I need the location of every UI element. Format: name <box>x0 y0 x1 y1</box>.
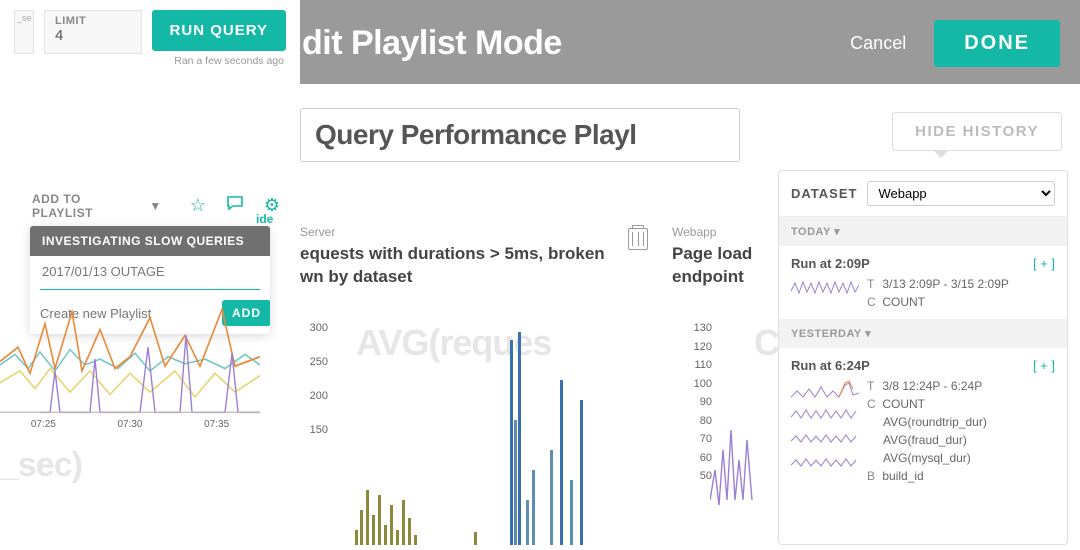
done-button[interactable]: DONE <box>934 20 1060 67</box>
watermark-sec: _sec) <box>0 446 82 485</box>
expand-icon[interactable]: [ + ] <box>1033 358 1055 373</box>
history-today-header[interactable]: TODAY ▾ <box>779 217 1067 246</box>
dataset-select[interactable]: Webapp <box>867 181 1055 206</box>
cancel-button[interactable]: Cancel <box>850 33 906 54</box>
ide-label-peek: ide <box>256 212 273 226</box>
sparkline <box>791 277 859 299</box>
dataset-label: DATASET <box>791 186 857 201</box>
playlist-item-outage[interactable]: 2017/01/13 OUTAGE <box>30 256 270 287</box>
run-at-label: Run at 2:09P <box>791 256 1055 271</box>
today-label: TODAY <box>791 226 831 238</box>
caret-down-icon: ▼ <box>149 199 161 213</box>
ran-ago-label: Ran a few seconds ago <box>174 55 286 67</box>
entry-calc: COUNT <box>882 295 925 309</box>
sparkline-group <box>791 379 859 473</box>
history-entry[interactable]: Run at 6:24P [ + ] T 3/8 12:24P - 6:24P … <box>779 348 1067 493</box>
bar-chart-requests <box>300 300 650 545</box>
chart-card-pageload: Webapp Page load endpoint <box>672 225 764 289</box>
card1-title-l1: equests with durations > 5ms, broken <box>300 244 605 263</box>
chart-card-requests: Server equests with durations > 5ms, bro… <box>300 225 650 289</box>
yesterday-label: YESTERDAY <box>791 328 862 340</box>
expand-icon[interactable]: [ + ] <box>1033 256 1055 271</box>
limit-label: LIMIT <box>55 15 131 27</box>
mini-timeseries-chart: 07:25 07:30 07:35 <box>0 300 260 430</box>
mini-chart-tick: 07:25 <box>31 419 56 430</box>
entry-metric: AVG(fraud_dur) <box>867 433 987 447</box>
history-entry[interactable]: Run at 2:09P [ + ] T 3/13 2:09P - 3/15 2… <box>779 246 1067 319</box>
run-query-button[interactable]: RUN QUERY <box>152 10 286 51</box>
entry-metric: AVG(mysql_dur) <box>867 451 987 465</box>
comment-icon[interactable] <box>222 191 248 220</box>
mode-title: dit Playlist Mode <box>302 24 562 63</box>
card1-title-l2: wn by dataset <box>300 267 412 286</box>
query-panel: _se LIMIT 4 RUN QUERY Ran a few seconds … <box>0 0 300 545</box>
playlist-dropdown-header: INVESTIGATING SLOW QUERIES <box>30 226 270 256</box>
entry-breakdown: build_id <box>882 469 923 483</box>
entry-time: 3/13 2:09P - 3/15 2:09P <box>882 277 1009 291</box>
star-icon[interactable]: ☆ <box>186 191 210 220</box>
playlist-title-input[interactable] <box>300 108 740 162</box>
entry-calc: COUNT <box>882 397 925 411</box>
hide-history-button[interactable]: HIDE HISTORY <box>892 112 1062 151</box>
card1-server: Server <box>300 225 650 239</box>
run-at-label: Run at 6:24P <box>791 358 1055 373</box>
caret-down-icon: ▾ <box>865 328 871 340</box>
card2-server: Webapp <box>672 225 764 239</box>
watermark-c: C <box>754 322 780 364</box>
line-chart-pageload <box>676 320 756 545</box>
history-panel: DATASET Webapp TODAY ▾ Run at 2:09P [ + … <box>778 170 1068 545</box>
mini-chart-tick: 07:35 <box>204 419 229 430</box>
mini-chart-tick: 07:30 <box>117 419 142 430</box>
add-to-playlist-label: ADD TO PLAYLIST <box>32 192 145 220</box>
truncated-field: _se <box>14 10 34 54</box>
trash-icon[interactable] <box>628 228 648 250</box>
card2-title-l1: Page load <box>672 244 752 263</box>
entry-time: 3/8 12:24P - 6:24P <box>882 379 982 393</box>
add-to-playlist-dropdown[interactable]: ADD TO PLAYLIST ▼ <box>32 192 162 220</box>
caret-down-icon: ▾ <box>834 226 840 238</box>
card2-title-l2: endpoint <box>672 267 744 286</box>
limit-value: 4 <box>55 27 131 44</box>
history-yesterday-header[interactable]: YESTERDAY ▾ <box>779 319 1067 348</box>
limit-field[interactable]: LIMIT 4 <box>44 10 142 54</box>
entry-metric: AVG(roundtrip_dur) <box>867 415 987 429</box>
